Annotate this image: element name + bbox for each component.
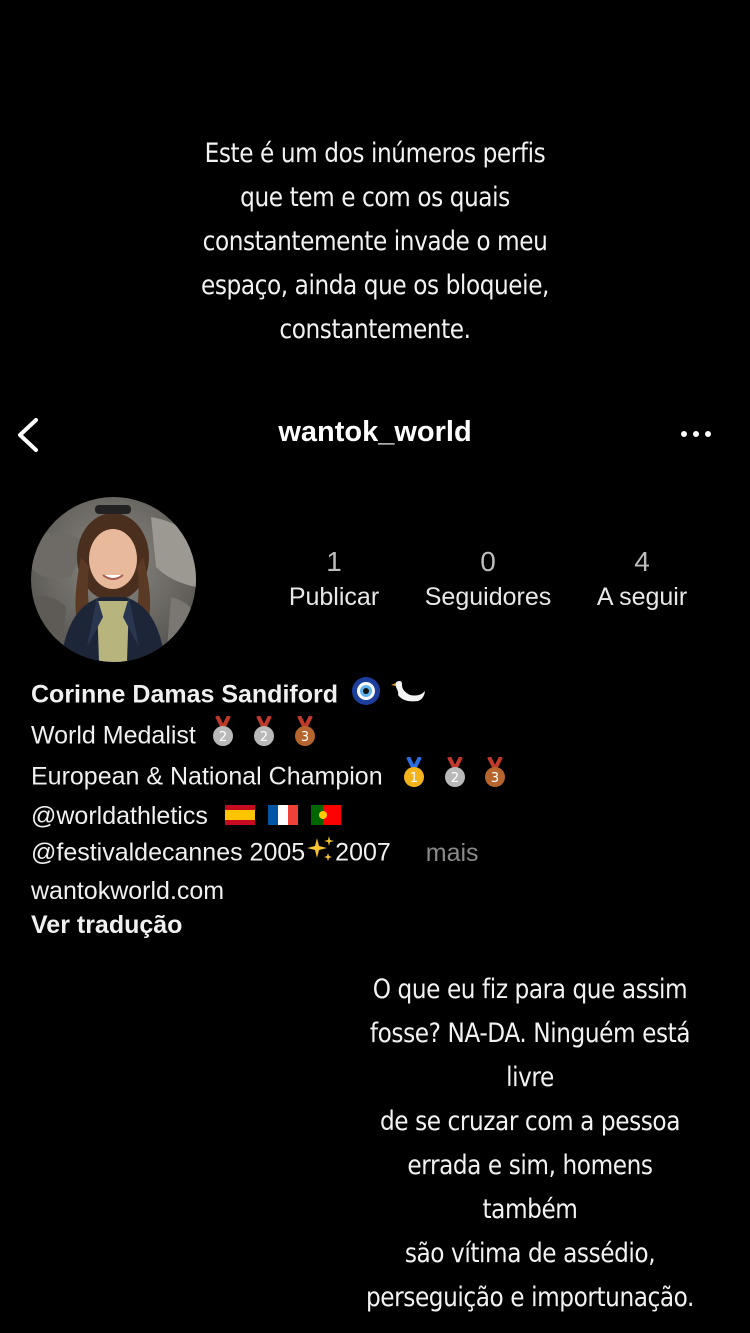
website-link[interactable]: wantokworld.com xyxy=(31,874,731,909)
story-caption-bottom: O que eu fiz para que assim fosse? NA-DA… xyxy=(358,968,702,1320)
more-horizontal-icon xyxy=(681,431,711,437)
profile-name-row: Corinne Damas Sandiford xyxy=(31,676,731,716)
bio-line: @worldathletics xyxy=(31,799,731,835)
svg-text:2: 2 xyxy=(450,771,458,786)
profile-bio: Corinne Damas Sandiford World Medalist 2… xyxy=(31,676,731,943)
more-link[interactable]: mais xyxy=(426,839,479,867)
story-line: fosse? NA-DA. Ninguém está livre xyxy=(369,1018,691,1093)
france-flag-icon xyxy=(267,800,298,835)
portugal-flag-icon xyxy=(310,800,341,835)
avatar-photo xyxy=(31,497,196,662)
story-line: errada e sim, homens também xyxy=(407,1150,653,1225)
story-line: Este é um dos inúmeros perfis xyxy=(204,138,546,169)
silver-medal-icon: 2 xyxy=(250,714,278,758)
followers-count: 0 xyxy=(480,546,496,577)
evil-eye-icon xyxy=(351,676,381,716)
posts-stat[interactable]: 1 Publicar xyxy=(249,544,419,614)
silver-medal-icon: 2 xyxy=(441,756,469,799)
svg-text:2: 2 xyxy=(219,730,227,745)
story-line: constantemente. xyxy=(279,314,471,345)
story-caption-top: Este é um dos inúmeros perfis que tem e … xyxy=(169,132,582,352)
bio-line: European & National Champion 1 2 3 xyxy=(31,756,731,799)
story-line: constantemente invade o meu xyxy=(202,226,548,257)
posts-label: Publicar xyxy=(288,583,380,611)
profile-name: Corinne Damas Sandiford xyxy=(31,680,338,709)
profile-avatar[interactable] xyxy=(31,497,196,662)
following-stat[interactable]: 4 A seguir xyxy=(557,544,727,614)
svg-text:1: 1 xyxy=(409,771,417,786)
profile-username: wantok_world xyxy=(278,416,472,448)
followers-stat[interactable]: 0 Seguidores xyxy=(403,544,573,614)
mention-link[interactable]: @festivaldecannes 2005 xyxy=(31,839,305,867)
svg-text:3: 3 xyxy=(491,771,499,786)
bio-line: World Medalist 2 2 3 xyxy=(31,714,731,758)
story-line: espaço, ainda que os bloqueie, xyxy=(200,270,550,301)
svg-text:2: 2 xyxy=(260,730,268,745)
svg-text:3: 3 xyxy=(301,730,309,745)
bronze-medal-icon: 3 xyxy=(291,714,319,758)
story-line: são vítima de assédio, xyxy=(404,1238,656,1269)
following-label: A seguir xyxy=(596,583,688,611)
story-line: perseguição e importunação. xyxy=(365,1282,695,1313)
story-line: de se cruzar com a pessoa xyxy=(379,1106,681,1137)
followers-label: Seguidores xyxy=(424,583,552,611)
spain-flag-icon xyxy=(224,800,255,835)
following-count: 4 xyxy=(634,546,650,577)
story-line: O que eu fiz para que assim xyxy=(372,974,688,1005)
bronze-medal-icon: 3 xyxy=(481,756,509,799)
bio-line: @festivaldecannes 2005 2007 mais xyxy=(31,834,731,874)
mention-link[interactable]: @worldathletics xyxy=(31,802,208,830)
gold-medal-icon: 1 xyxy=(400,756,428,799)
profile-header: wantok_world xyxy=(0,410,750,460)
swan-icon xyxy=(390,677,426,715)
more-options-button[interactable] xyxy=(676,422,716,446)
silver-medal-icon: 2 xyxy=(209,714,237,758)
story-line: que tem e com os quais xyxy=(240,182,510,213)
posts-count: 1 xyxy=(326,546,342,577)
see-translation-link[interactable]: Ver tradução xyxy=(31,908,731,943)
sparkles-icon xyxy=(305,834,335,874)
